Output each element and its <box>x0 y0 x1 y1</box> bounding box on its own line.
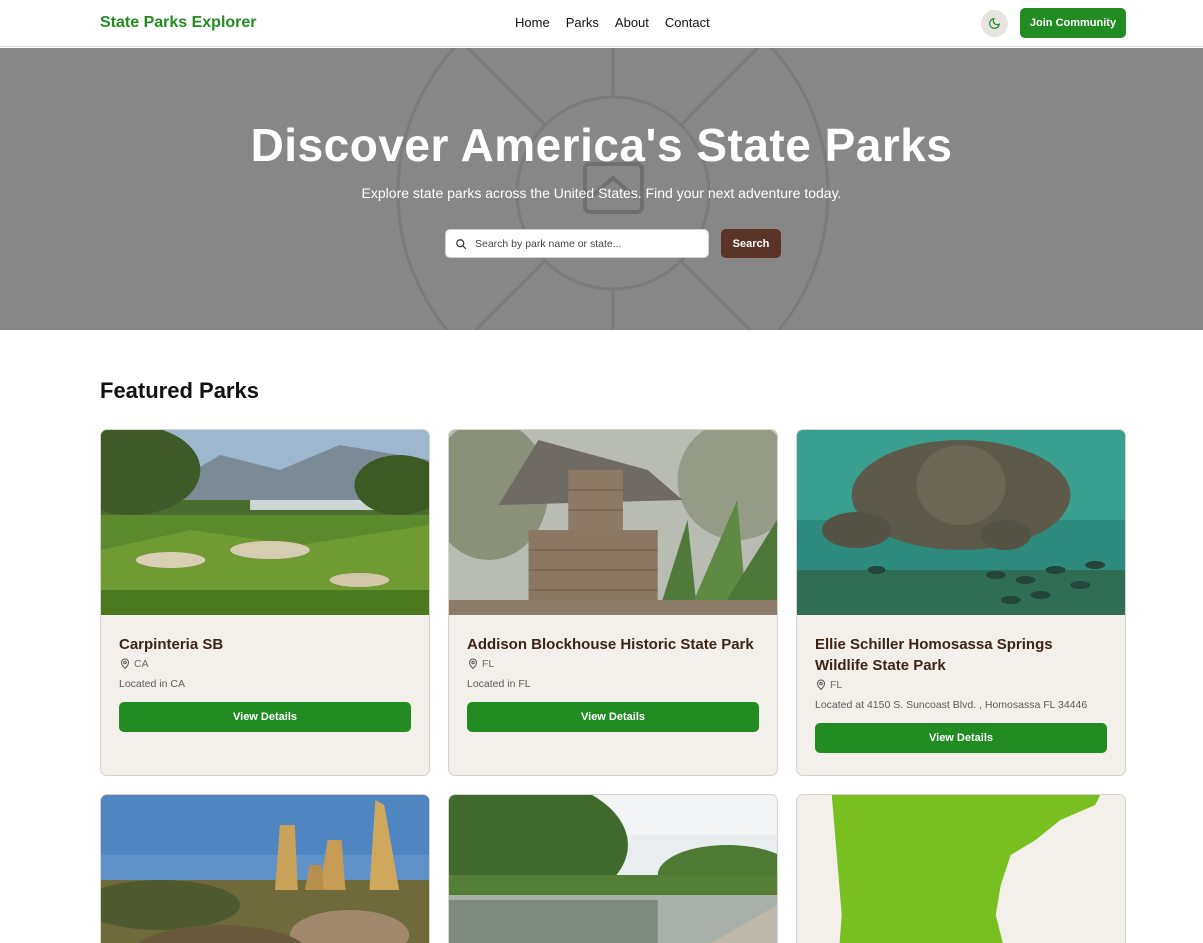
map-pin-icon <box>816 679 826 691</box>
park-photo-homosassa-springs[interactable] <box>797 430 1125 615</box>
park-card: Addison Blockhouse Historic State Park F… <box>448 429 778 776</box>
join-community-button[interactable]: Join Community <box>1020 8 1126 38</box>
park-card: Carpinteria SB CA Located in CA View Det… <box>100 429 430 776</box>
nav-link-parks[interactable]: Parks <box>566 15 599 30</box>
nav-link-contact[interactable]: Contact <box>665 15 710 30</box>
park-map-image[interactable] <box>797 795 1125 943</box>
card-body: Ellie Schiller Homosassa Springs Wildlif… <box>797 615 1125 753</box>
view-details-button[interactable]: View Details <box>119 702 411 732</box>
nav-link-about[interactable]: About <box>615 15 649 30</box>
park-card-description: Located in CA <box>119 678 185 690</box>
park-card-state: FL <box>482 658 495 670</box>
nav-link-home[interactable]: Home <box>515 15 550 30</box>
park-card <box>448 794 778 943</box>
search-icon <box>456 238 467 249</box>
park-photo-addison-blockhouse[interactable] <box>449 430 777 615</box>
hero-subtitle: Explore state parks across the United St… <box>361 185 842 201</box>
map-pin-icon <box>468 658 478 670</box>
park-photo-carpinteria[interactable] <box>101 430 429 615</box>
card-body: Carpinteria SB CA Located in CA View Det… <box>101 615 429 732</box>
park-card <box>796 794 1126 943</box>
park-card-description: Located in FL <box>467 678 531 690</box>
park-card-title: Ellie Schiller Homosassa Springs Wildlif… <box>815 636 1053 674</box>
hero-title: Discover America's State Parks <box>250 119 953 171</box>
park-card-description: Located at 4150 S. Suncoast Blvd. , Homo… <box>815 699 1088 711</box>
park-card-location: FL <box>815 679 1107 691</box>
park-card-location: FL <box>467 658 759 670</box>
brand-logo[interactable]: State Parks Explorer <box>100 14 257 32</box>
park-photo-rock-spires[interactable] <box>101 795 429 943</box>
search-input[interactable] <box>475 237 695 250</box>
view-details-button[interactable]: View Details <box>467 702 759 732</box>
park-card-location: CA <box>119 658 411 670</box>
search-field[interactable] <box>445 229 709 258</box>
park-card-state: FL <box>830 679 843 691</box>
map-pin-icon <box>120 658 130 670</box>
moon-icon <box>989 18 1000 29</box>
park-photo-river[interactable] <box>449 795 777 943</box>
search-button[interactable]: Search <box>721 229 781 258</box>
theme-toggle-button[interactable] <box>981 10 1008 37</box>
park-card-title: Addison Blockhouse Historic State Park <box>467 636 754 653</box>
navbar: State Parks Explorer Home Parks About Co… <box>0 0 1203 47</box>
view-details-button[interactable]: View Details <box>815 723 1107 753</box>
nav-links: Home Parks About Contact <box>515 15 710 30</box>
park-card <box>100 794 430 943</box>
park-card-state: CA <box>134 658 149 670</box>
park-card: Ellie Schiller Homosassa Springs Wildlif… <box>796 429 1126 776</box>
featured-parks-heading: Featured Parks <box>100 378 259 403</box>
card-body: Addison Blockhouse Historic State Park F… <box>449 615 777 732</box>
hero-banner: Discover America's State Parks Explore s… <box>0 48 1203 330</box>
park-card-title: Carpinteria SB <box>119 636 224 653</box>
